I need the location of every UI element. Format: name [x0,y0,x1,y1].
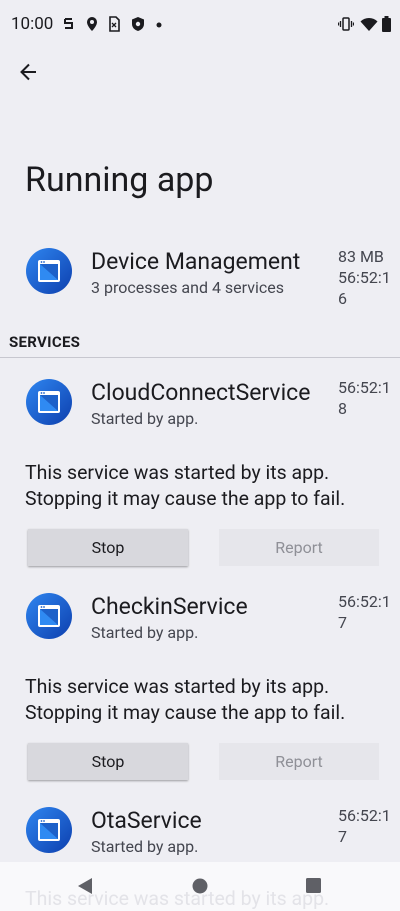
wifi-icon [360,16,378,32]
service-time: 56:52:18 [338,378,391,418]
page-title: Running app [25,160,214,200]
service-name: CheckinService [91,593,248,620]
sim-card-icon [108,16,120,32]
service-description: This service was started by its app. Sto… [25,675,346,724]
recents-square-icon[interactable] [306,878,321,893]
notification-dot-icon [156,22,162,28]
service-time: 56:52:17 [338,592,391,632]
report-button[interactable]: Report [219,529,379,566]
location-icon [86,16,98,32]
service-subtitle: Started by app. [91,623,199,642]
back-button[interactable] [14,58,44,86]
service-subtitle: Started by app. [91,837,199,856]
services-section-header: SERVICES [9,333,81,351]
section-divider [0,357,400,358]
device-management-app-icon [25,378,73,426]
sync-notification-icon [62,16,76,32]
stop-button[interactable]: Stop [28,743,188,780]
device-management-app-icon [25,247,73,295]
status-bar: 10:00 [0,0,400,50]
report-button[interactable]: Report [219,743,379,780]
app-memory: 83 MB [338,247,384,266]
device-management-app-icon [25,806,73,854]
app-time: 56:52:16 [338,268,391,308]
service-name: OtaService [91,807,202,834]
service-time: 56:52:17 [338,806,391,846]
navigation-bar: This service was started by its app. [0,862,400,911]
shield-icon [131,16,145,32]
stop-button[interactable]: Stop [28,529,188,566]
service-name: CloudConnectService [91,379,311,406]
vibrate-icon [338,16,354,32]
device-management-app-icon [25,592,73,640]
service-description-partial: This service was started by its app. [25,887,330,910]
status-time: 10:00 [11,14,54,34]
back-triangle-icon[interactable] [77,877,93,895]
service-description: This service was started by its app. Sto… [25,461,346,510]
home-circle-icon[interactable] [192,878,208,894]
arrow-back-icon [20,63,36,81]
app-name: Device Management [91,248,301,275]
battery-icon [382,16,391,32]
app-subtitle: 3 processes and 4 services [91,278,284,297]
service-subtitle: Started by app. [91,409,199,428]
